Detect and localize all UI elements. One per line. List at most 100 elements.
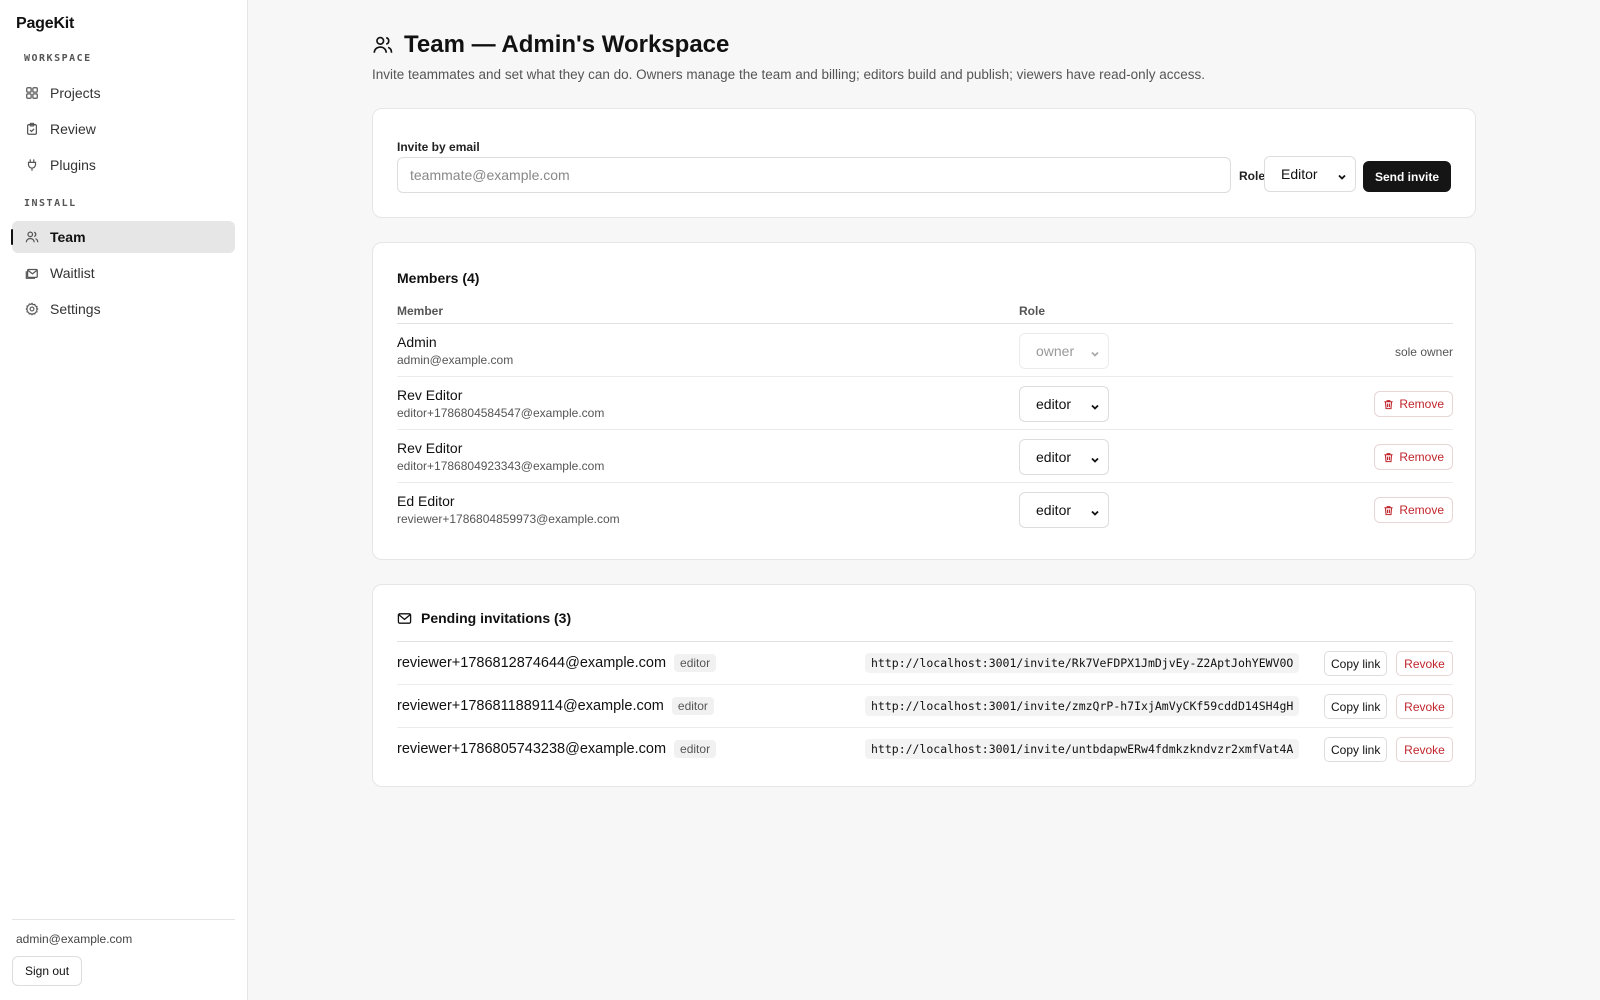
- sidebar-item-settings[interactable]: Settings: [12, 293, 235, 325]
- revoke-button[interactable]: Revoke: [1396, 694, 1453, 719]
- invite-email-text: reviewer+1786811889114@example.com: [397, 698, 664, 714]
- invite-link: http://localhost:3001/invite/untbdapwERw…: [865, 739, 1300, 759]
- member-email: reviewer+1786804859973@example.com: [397, 512, 620, 526]
- invite-email-text: reviewer+1786812874644@example.com: [397, 655, 667, 671]
- trash-icon: [1383, 505, 1394, 516]
- member-name: Admin: [397, 334, 437, 350]
- member-role-select[interactable]: editor: [1019, 492, 1109, 528]
- role-badge: editor: [671, 697, 714, 715]
- table-row: Admin admin@example.com owner sole owner: [397, 324, 1453, 377]
- clipboard-check-icon: [25, 122, 39, 136]
- column-header-member: Member: [397, 304, 444, 318]
- members-title: Members (4): [397, 270, 480, 286]
- sidebar-item-label: Team: [50, 229, 86, 245]
- member-name: Ed Editor: [397, 493, 455, 509]
- mail-stack-icon: [25, 266, 39, 280]
- sidebar: PageKit WORKSPACE Projects Review Plugin…: [0, 0, 248, 1000]
- plug-icon: [25, 158, 39, 172]
- sole-owner-note: sole owner: [1394, 345, 1453, 359]
- member-email: admin@example.com: [397, 353, 514, 367]
- sidebar-section-workspace: WORKSPACE: [24, 53, 92, 64]
- invite-email: reviewer+1786805743238@example.com edito…: [397, 740, 717, 758]
- invite-email: reviewer+1786811889114@example.com edito…: [397, 697, 714, 715]
- sidebar-item-projects[interactable]: Projects: [12, 77, 235, 109]
- copy-link-button[interactable]: Copy link: [1324, 694, 1388, 719]
- member-role-value: editor: [1036, 396, 1072, 412]
- member-name: Rev Editor: [397, 387, 463, 403]
- pending-title: Pending invitations (3): [397, 610, 571, 626]
- remove-label: Remove: [1399, 397, 1444, 411]
- revoke-button[interactable]: Revoke: [1396, 651, 1453, 676]
- users-icon: [372, 34, 394, 56]
- role-badge: editor: [674, 740, 717, 758]
- sidebar-user-email: admin@example.com: [16, 932, 133, 946]
- list-item: reviewer+1786805743238@example.com edito…: [397, 728, 1453, 771]
- sidebar-item-label: Review: [50, 121, 96, 137]
- trash-icon: [1383, 452, 1394, 463]
- chevron-down-icon: [1090, 452, 1100, 463]
- role-badge: editor: [674, 654, 717, 672]
- invite-card: Invite by email Role Editor Send invite: [372, 108, 1476, 218]
- member-role-select[interactable]: editor: [1019, 439, 1109, 475]
- send-invite-button[interactable]: Send invite: [1363, 161, 1451, 192]
- page-description: Invite teammates and set what they can d…: [372, 67, 1205, 82]
- member-role-value: editor: [1036, 502, 1072, 518]
- invite-email-input[interactable]: [397, 157, 1231, 193]
- invite-link: http://localhost:3001/invite/Rk7VeFDPX1J…: [865, 653, 1300, 673]
- member-role-value: editor: [1036, 449, 1072, 465]
- remove-label: Remove: [1399, 503, 1444, 517]
- users-icon: [25, 230, 39, 244]
- remove-member-button[interactable]: Remove: [1374, 497, 1453, 523]
- invite-link: http://localhost:3001/invite/zmzQrP-h7Ix…: [865, 696, 1300, 716]
- chevron-down-icon: [1337, 169, 1347, 180]
- sidebar-item-label: Waitlist: [50, 265, 95, 281]
- sidebar-item-label: Settings: [50, 301, 101, 317]
- grid-icon: [25, 86, 39, 100]
- invite-role-label: Role: [1239, 169, 1266, 183]
- chevron-down-icon: [1090, 399, 1100, 410]
- sign-out-button[interactable]: Sign out: [12, 956, 83, 986]
- member-role-value: owner: [1036, 343, 1075, 359]
- invite-email-text: reviewer+1786805743238@example.com: [397, 741, 667, 757]
- gear-icon: [25, 302, 39, 316]
- sidebar-item-label: Plugins: [50, 157, 96, 173]
- sidebar-divider: [12, 919, 235, 920]
- invite-role-value: Editor: [1281, 166, 1318, 182]
- table-row: Rev Editor editor+1786804584547@example.…: [397, 377, 1453, 430]
- sidebar-item-plugins[interactable]: Plugins: [12, 149, 235, 181]
- member-name: Rev Editor: [397, 440, 463, 456]
- mail-icon: [397, 611, 412, 626]
- revoke-button[interactable]: Revoke: [1396, 737, 1453, 762]
- pending-title-text: Pending invitations (3): [421, 610, 572, 626]
- member-email: editor+1786804584547@example.com: [397, 406, 605, 420]
- remove-member-button[interactable]: Remove: [1374, 391, 1453, 417]
- sidebar-section-install: INSTALL: [24, 198, 77, 209]
- table-row: Rev Editor editor+1786804923343@example.…: [397, 430, 1453, 483]
- invite-role-select[interactable]: Editor: [1264, 156, 1356, 192]
- copy-link-button[interactable]: Copy link: [1324, 737, 1388, 762]
- sidebar-item-label: Projects: [50, 85, 101, 101]
- copy-link-button[interactable]: Copy link: [1324, 651, 1388, 676]
- column-header-role: Role: [1019, 304, 1046, 318]
- remove-label: Remove: [1399, 450, 1444, 464]
- remove-member-button[interactable]: Remove: [1374, 444, 1453, 470]
- member-role-select: owner: [1019, 333, 1109, 369]
- page-title: Team — Admin's Workspace: [372, 31, 729, 59]
- sidebar-item-review[interactable]: Review: [12, 113, 235, 145]
- pending-invitations-card: Pending invitations (3) reviewer+1786812…: [372, 584, 1476, 787]
- members-card: Members (4) Member Role Admin admin@exam…: [372, 242, 1476, 560]
- list-item: reviewer+1786812874644@example.com edito…: [397, 642, 1453, 685]
- chevron-down-icon: [1090, 505, 1100, 516]
- sidebar-item-team[interactable]: Team: [11, 221, 235, 253]
- member-role-select[interactable]: editor: [1019, 386, 1109, 422]
- table-row: Ed Editor reviewer+1786804859973@example…: [397, 483, 1453, 536]
- member-email: editor+1786804923343@example.com: [397, 459, 605, 473]
- invite-email: reviewer+1786812874644@example.com edito…: [397, 654, 717, 672]
- invite-email-label: Invite by email: [397, 140, 480, 154]
- list-item: reviewer+1786811889114@example.com edito…: [397, 685, 1453, 728]
- brand-logo: PageKit: [16, 15, 75, 32]
- sidebar-item-waitlist[interactable]: Waitlist: [12, 257, 235, 289]
- trash-icon: [1383, 399, 1394, 410]
- page-title-text: Team — Admin's Workspace: [404, 31, 730, 58]
- chevron-down-icon: [1090, 346, 1100, 357]
